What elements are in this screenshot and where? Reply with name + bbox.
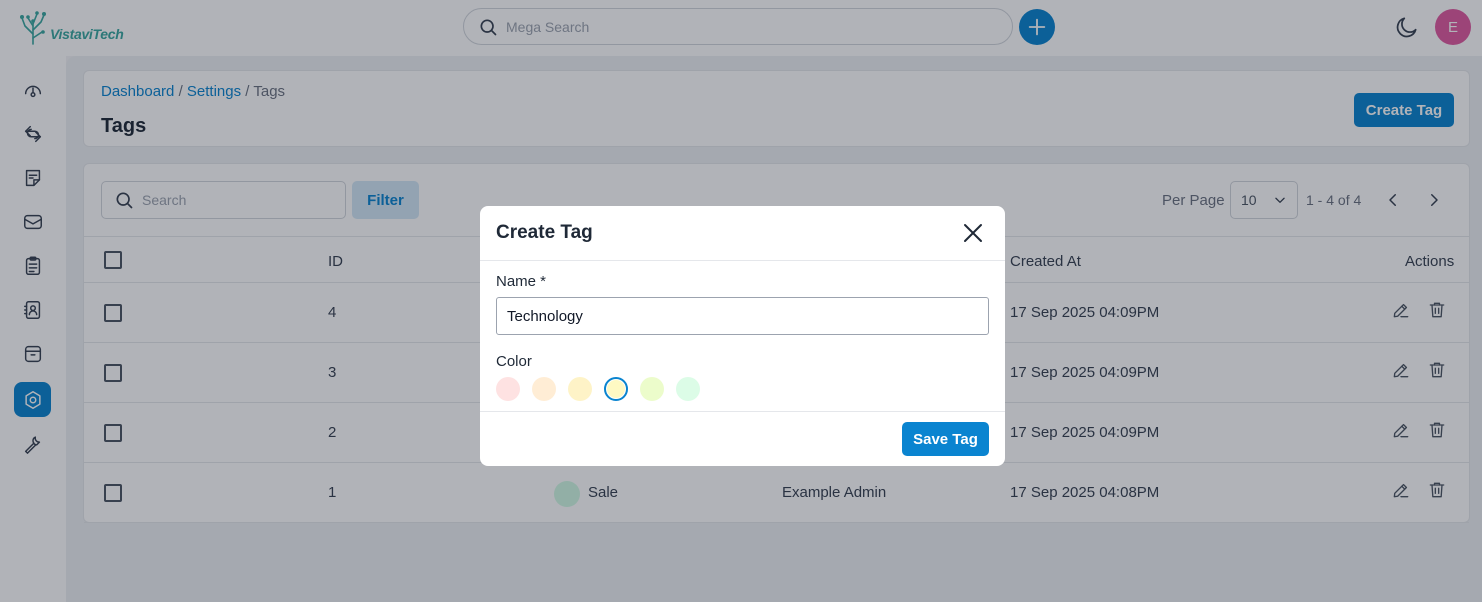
close-icon[interactable] <box>961 221 985 245</box>
divider <box>480 411 1005 412</box>
color-swatch[interactable] <box>604 377 628 401</box>
create-tag-dialog: Create Tag Name * Color Save Tag <box>480 206 1005 466</box>
name-label: Name * <box>496 273 547 290</box>
color-swatch[interactable] <box>676 377 700 401</box>
color-swatch[interactable] <box>496 377 520 401</box>
save-tag-button[interactable]: Save Tag <box>902 422 989 456</box>
dialog-title: Create Tag <box>496 222 593 243</box>
color-swatch[interactable] <box>640 377 664 401</box>
color-swatch[interactable] <box>568 377 592 401</box>
tag-name-input[interactable] <box>496 297 989 335</box>
color-swatch[interactable] <box>532 377 556 401</box>
color-label: Color <box>496 353 532 370</box>
divider <box>480 260 1005 261</box>
